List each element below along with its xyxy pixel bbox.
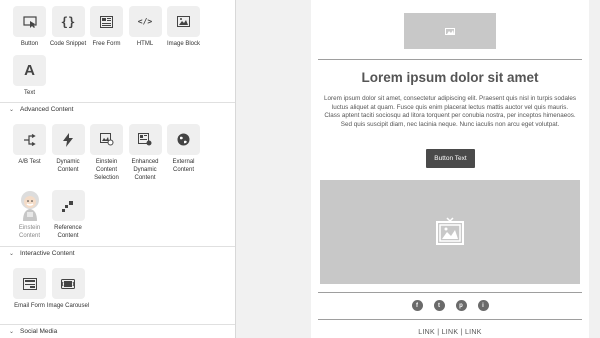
block-einstein-content-selection[interactable]: Einstein Content Selection [88, 124, 125, 182]
text-icon: A [13, 55, 46, 86]
interactive-blocks-row: Email Form Image Carousel [11, 268, 89, 311]
code-tag-icon: </> [128, 6, 162, 37]
basic-blocks-row: Button {} Code Snippet Free Form </> HTM… [11, 6, 204, 49]
block-label: Image Block [166, 41, 200, 47]
block-label: Einstein Content [18, 225, 41, 239]
divider [318, 59, 582, 60]
block-label: Image Carousel [46, 303, 90, 309]
block-external-content[interactable]: External Content [165, 124, 202, 182]
section-interactive-content[interactable]: ⌄ Interactive Content [0, 246, 235, 260]
header-image-placeholder[interactable] [404, 13, 496, 49]
block-reference-content[interactable]: Reference Content [50, 190, 87, 241]
free-form-icon [90, 6, 123, 37]
block-image[interactable]: Image Block [165, 6, 202, 49]
section-advanced-content[interactable]: ⌄ Advanced Content [0, 102, 235, 116]
block-button[interactable]: Button [11, 6, 48, 49]
block-html[interactable]: </> HTML [127, 6, 164, 49]
globe-icon [167, 124, 200, 155]
block-label: Button [20, 41, 39, 47]
block-free-form[interactable]: Free Form [88, 6, 125, 49]
block-label: Reference Content [54, 225, 82, 239]
block-label: A/B Test [18, 159, 41, 165]
email-cta-button[interactable]: Button Text [426, 149, 475, 168]
email-title[interactable]: Lorem ipsum dolor sit amet [311, 70, 589, 85]
facebook-icon[interactable]: f [411, 300, 423, 311]
carousel-icon [51, 268, 85, 299]
reference-icon [51, 190, 85, 221]
advanced-blocks-row: A/B Test Dynamic Content Einstein Conten… [11, 124, 204, 182]
pinterest-icon[interactable]: p [455, 300, 467, 311]
block-label: Dynamic Content [56, 159, 80, 173]
image-icon [167, 6, 200, 37]
section-social-media[interactable]: ⌄ Social Media [0, 324, 235, 338]
block-label: External Content [172, 159, 195, 173]
section-title: Social Media [20, 328, 58, 335]
block-email-form[interactable]: Email Form [11, 268, 48, 311]
lightning-icon [51, 124, 85, 155]
basic-blocks-row-2: A Text [11, 55, 50, 98]
footer-links[interactable]: LINK | LINK | LINK [311, 329, 589, 336]
image-icon [436, 217, 464, 245]
curly-braces-icon: {} [51, 6, 85, 37]
social-icons: f t p i [311, 300, 589, 311]
email-body-text[interactable]: Lorem ipsum dolor sit amet, consectetur … [324, 95, 576, 129]
block-code-snippet[interactable]: {} Code Snippet [50, 6, 87, 49]
main-image-placeholder[interactable] [320, 180, 580, 284]
image-search-icon [90, 124, 123, 155]
email-canvas: Lorem ipsum dolor sit amet Lorem ipsum d… [311, 0, 589, 338]
image-icon [445, 28, 455, 35]
email-form-icon [13, 268, 46, 299]
block-text[interactable]: A Text [11, 55, 48, 98]
split-arrow-icon [13, 124, 46, 155]
block-label: Text [23, 90, 35, 96]
block-label: Code Snippet [49, 41, 87, 47]
content-blocks-panel: Button {} Code Snippet Free Form </> HTM… [0, 0, 236, 338]
block-einstein-content[interactable]: Einstein Content [11, 190, 48, 241]
advanced-blocks-row-2: Einstein Content Reference Content [11, 190, 88, 241]
instagram-icon[interactable]: i [477, 300, 489, 311]
chevron-down-icon: ⌄ [9, 107, 15, 113]
block-label: Email Form [14, 303, 45, 309]
section-title: Interactive Content [20, 250, 75, 257]
block-dynamic-content[interactable]: Dynamic Content [50, 124, 87, 182]
block-label: Enhanced Dynamic Content [131, 159, 159, 181]
block-enhanced-dynamic-content[interactable]: Enhanced Dynamic Content [127, 124, 164, 182]
divider [318, 319, 582, 320]
einstein-avatar-icon [13, 190, 46, 221]
chevron-down-icon: ⌄ [9, 329, 15, 335]
block-label: Einstein Content Selection [94, 159, 119, 181]
block-image-carousel[interactable]: Image Carousel [47, 268, 89, 311]
block-label: Free Form [92, 41, 121, 47]
block-ab-test[interactable]: A/B Test [11, 124, 48, 182]
section-title: Advanced Content [20, 106, 74, 113]
cursor-button-icon [13, 6, 46, 37]
block-label: HTML [136, 41, 154, 47]
twitter-icon[interactable]: t [433, 300, 445, 311]
enhanced-content-icon [128, 124, 162, 155]
chevron-down-icon: ⌄ [9, 251, 15, 257]
divider [318, 292, 582, 293]
